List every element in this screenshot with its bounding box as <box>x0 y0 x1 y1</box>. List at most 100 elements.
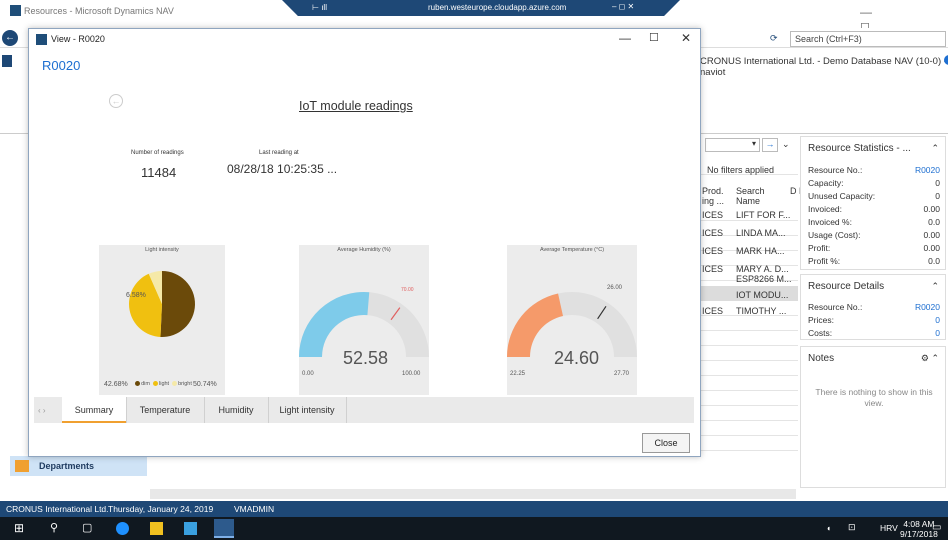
ribbon-menu-button[interactable] <box>2 55 12 67</box>
search-icon[interactable]: ⚲ <box>50 521 63 534</box>
column-header-prod[interactable]: Prod. ing ... <box>702 186 730 206</box>
row-search-name[interactable]: LIFT FOR F... <box>736 210 790 220</box>
notes-settings-icon[interactable]: ⚙ ⌃ <box>921 353 939 364</box>
detail-value-link[interactable]: R0020 <box>915 302 940 312</box>
clock-time: 4:08 AM <box>903 519 935 529</box>
tab-scroll-arrows[interactable]: ‹ › <box>38 406 46 415</box>
page-title: R0020 <box>42 58 81 73</box>
stat-row: Capacity: 0 <box>808 178 940 188</box>
chart-title: Light intensity <box>145 247 179 253</box>
file-explorer-icon[interactable] <box>150 522 163 535</box>
volume-icon[interactable]: ◖ <box>826 523 831 533</box>
humidity-panel: Average Humidity (%) 70.00 52.58 0.00 10… <box>299 245 429 395</box>
refresh-icon[interactable]: ⟳ <box>770 33 778 44</box>
company-database-label: CRONUS International Ltd. - Demo Databas… <box>700 56 947 78</box>
chart-title: Average Temperature (°C) <box>539 247 605 253</box>
filter-go-button[interactable]: → <box>762 138 778 152</box>
row-search-name[interactable]: LINDA MA... <box>736 228 786 238</box>
legend-swatch <box>135 381 141 387</box>
status-bar: CRONUS International Ltd. Thursday, Janu… <box>0 501 948 517</box>
minimize-button[interactable]: — <box>619 31 631 45</box>
factbox-title[interactable]: Resource Statistics - ... <box>808 143 911 154</box>
departments-icon <box>15 460 29 472</box>
chevron-down-icon[interactable]: ⌄ <box>782 139 790 150</box>
notes-factbox: Notes ⚙ ⌃ There is nothing to show in th… <box>800 346 946 488</box>
maximize-button[interactable]: ☐ <box>649 31 659 44</box>
legend-item: bright <box>178 381 192 387</box>
tab-summary[interactable]: Summary <box>62 397 126 423</box>
info-icon[interactable] <box>944 55 948 65</box>
horizontal-scrollbar[interactable] <box>150 489 796 499</box>
resource-statistics-factbox: Resource Statistics - ... ⌃ Resource No.… <box>800 136 946 270</box>
status-user: VMADMIN <box>234 504 275 514</box>
tab-temperature[interactable]: Temperature <box>126 397 204 423</box>
pie-slice-dim <box>160 271 195 337</box>
detail-value-link[interactable]: 0 <box>935 328 940 338</box>
windows-start-icon[interactable]: ⊞ <box>14 521 27 535</box>
edge-browser-icon[interactable] <box>116 522 129 535</box>
back-arrow-icon[interactable]: ← <box>109 94 123 108</box>
rdp-host: ruben.westeurope.cloudapp.azure.com <box>428 3 567 12</box>
row-prod: ICES <box>702 306 724 316</box>
column-header-search-name[interactable]: Search Name <box>736 186 776 206</box>
tab-humidity[interactable]: Humidity <box>204 397 268 423</box>
task-view-icon[interactable]: ▢ <box>82 521 95 534</box>
light-pie-chart <box>129 271 195 337</box>
readings-count-value: 11484 <box>141 165 177 180</box>
navigation-pane <box>0 134 22 484</box>
filter-field-dropdown[interactable]: ▾ <box>705 138 760 152</box>
chevron-up-icon[interactable]: ⌃ <box>931 143 939 154</box>
stat-value-link[interactable]: R0020 <box>915 165 940 175</box>
iot-readings-title[interactable]: IoT module readings <box>299 99 413 113</box>
back-arrow-icon[interactable]: ← <box>2 30 18 46</box>
gauge-max-label: 27.70 <box>614 371 630 377</box>
dialog-titlebar[interactable] <box>29 29 700 49</box>
network-icon[interactable]: ⊡ <box>848 522 856 533</box>
search-input[interactable]: Search (Ctrl+F3) <box>790 31 946 47</box>
row-prod: ICES <box>702 228 724 238</box>
gauge-max-label: 100.00 <box>402 371 421 377</box>
nav-app-icon <box>10 5 21 16</box>
tab-light-intensity[interactable]: Light intensity <box>268 397 346 423</box>
last-reading-value: 08/28/18 10:25:35 ... <box>227 162 338 176</box>
factbox-title[interactable]: Resource Details <box>808 281 884 292</box>
row-prod: ICES <box>702 246 724 256</box>
notifications-icon[interactable]: ▭ <box>932 522 941 533</box>
row-prod: ICES <box>702 264 724 274</box>
detail-row: Resource No.: R0020 <box>808 302 940 312</box>
row-search-name[interactable]: MARY A. D... <box>736 264 789 274</box>
factbox-title[interactable]: Notes <box>808 353 834 364</box>
close-icon[interactable]: ✕ <box>681 31 691 45</box>
row-search-name[interactable]: ESP8266 M... <box>736 274 792 284</box>
stat-row: Profit %: 0.0 <box>808 256 940 266</box>
slice-label-bright: 6.58% <box>126 292 146 299</box>
status-work-date: Thursday, January 24, 2019 <box>108 504 214 514</box>
row-prod: ICES <box>702 210 724 220</box>
legend-swatch <box>153 381 158 387</box>
light-intensity-panel: Light intensity 6.58% 42.68% 50.74% dim l… <box>99 245 225 395</box>
last-reading-label: Last reading at <box>259 150 299 156</box>
stat-row: Usage (Cost): 0.00 <box>808 230 940 240</box>
windows-taskbar: ⊞ ⚲ ▢ ◖ ⊡ HRV 4:08 AM 9/17/2018 ▭ <box>0 517 948 540</box>
nav-app-icon <box>36 34 47 45</box>
rdp-signal-icon: ⊢ ıll <box>312 3 327 12</box>
server-manager-icon[interactable] <box>184 522 197 535</box>
stat-row: Invoiced %: 0.0 <box>808 217 940 227</box>
detail-value-link[interactable]: 0 <box>935 315 940 325</box>
nav-item-label: Departments <box>39 461 95 471</box>
input-language[interactable]: HRV <box>880 523 898 533</box>
view-dialog: View - R0020 — ☐ ✕ R0020 ← IoT module re… <box>28 28 701 457</box>
gauge-min-label: 22.25 <box>510 371 526 377</box>
dialog-title: View - R0020 <box>51 34 105 44</box>
tab-divider <box>346 397 347 423</box>
stat-row: Resource No.: R0020 <box>808 165 940 175</box>
chevron-up-icon[interactable]: ⌃ <box>931 281 939 292</box>
row-search-name[interactable]: MARK HA... <box>736 246 785 256</box>
rdp-window-controls[interactable]: – ◻ ✕ <box>612 2 634 11</box>
row-search-name[interactable]: IOT MODU... <box>736 290 788 300</box>
gauge-value: 24.60 <box>554 348 600 368</box>
row-search-name[interactable]: TIMOTHY ... <box>736 306 786 316</box>
dynamics-nav-taskbar-icon[interactable] <box>214 519 234 538</box>
close-button[interactable]: Close <box>642 433 690 453</box>
gauge-marker-label: 70.00 <box>401 287 414 293</box>
